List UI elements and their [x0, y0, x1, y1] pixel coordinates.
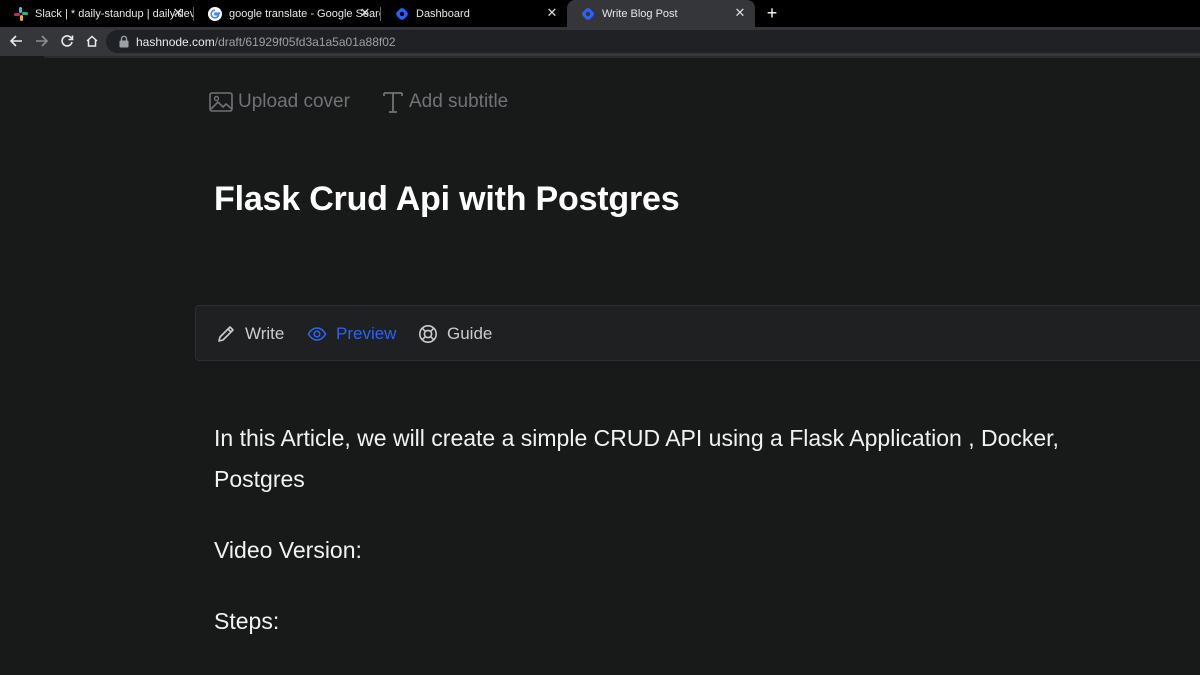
add-subtitle-label: Add subtitle	[408, 91, 509, 112]
home-icon	[86, 35, 98, 47]
forward-button[interactable]	[33, 32, 51, 50]
new-tab-button[interactable]: +	[762, 3, 782, 23]
eye-icon	[307, 327, 327, 341]
tab-guide[interactable]: Guide	[418, 322, 492, 346]
close-tab-icon[interactable]: ✕	[733, 6, 747, 20]
arrow-right-icon	[36, 35, 49, 47]
lock-icon	[119, 35, 129, 48]
add-subtitle-button[interactable]: Add subtitle	[382, 90, 508, 114]
tab-strip: Slack | * daily-standup | daily.dev ✕ go…	[0, 0, 1200, 27]
hashnode-icon	[395, 7, 409, 21]
hashnode-icon	[581, 7, 595, 21]
pencil-icon	[218, 326, 234, 342]
tab-preview[interactable]: Preview	[307, 322, 396, 346]
tab-title: Slack | * daily-standup | daily.dev	[35, 7, 193, 20]
browser-toolbar: hashnode.com/draft/61929f05fd3a1a5a01a88…	[0, 27, 1200, 56]
toolbar-divider	[44, 56, 1200, 58]
paragraph-line: Postgres	[214, 466, 305, 492]
tab-write[interactable]: Write	[216, 322, 284, 346]
reload-icon	[61, 35, 74, 47]
paragraph: Steps:	[214, 608, 280, 634]
upload-cover-label: Upload cover	[238, 91, 350, 112]
upload-cover-button[interactable]: Upload cover	[209, 91, 350, 113]
paragraph: Video Version:	[214, 537, 362, 563]
address-bar[interactable]: hashnode.com/draft/61929f05fd3a1a5a01a88…	[106, 30, 1200, 53]
editor-mode-bar: Write Preview Guide	[195, 305, 1200, 361]
url-path: /draft/61929f05fd3a1a5a01a88f02	[214, 35, 396, 49]
reload-button[interactable]	[58, 32, 76, 50]
arrow-left-icon	[9, 35, 22, 47]
tab-slack[interactable]: Slack | * daily-standup | daily.dev ✕	[0, 0, 193, 27]
google-icon	[208, 6, 222, 21]
tab-dashboard[interactable]: Dashboard ✕	[381, 0, 567, 27]
text-icon	[383, 92, 403, 113]
home-button[interactable]	[83, 32, 101, 50]
tab-google-translate[interactable]: google translate - Google Search ✕	[194, 0, 380, 27]
tab-write-blog-post[interactable]: Write Blog Post ✕	[567, 0, 755, 27]
close-tab-icon[interactable]: ✕	[171, 6, 185, 20]
tab-preview-label: Preview	[336, 324, 397, 343]
image-icon	[209, 92, 233, 112]
close-tab-icon[interactable]: ✕	[545, 6, 559, 20]
back-button[interactable]	[7, 32, 25, 50]
slack-icon	[14, 6, 28, 21]
close-tab-icon[interactable]: ✕	[358, 6, 372, 20]
url-host: hashnode.com	[136, 35, 215, 49]
post-title[interactable]: Flask Crud Api with Postgres	[214, 180, 680, 219]
cover-actions: Upload cover Add subtitle	[209, 88, 540, 116]
url-text: hashnode.com/draft/61929f05fd3a1a5a01a88…	[136, 35, 396, 49]
paragraph-line: In this Article, we will create a simple…	[214, 425, 1059, 451]
lifebuoy-icon	[419, 325, 437, 343]
tab-write-label: Write	[245, 324, 285, 343]
tab-guide-label: Guide	[447, 324, 493, 343]
